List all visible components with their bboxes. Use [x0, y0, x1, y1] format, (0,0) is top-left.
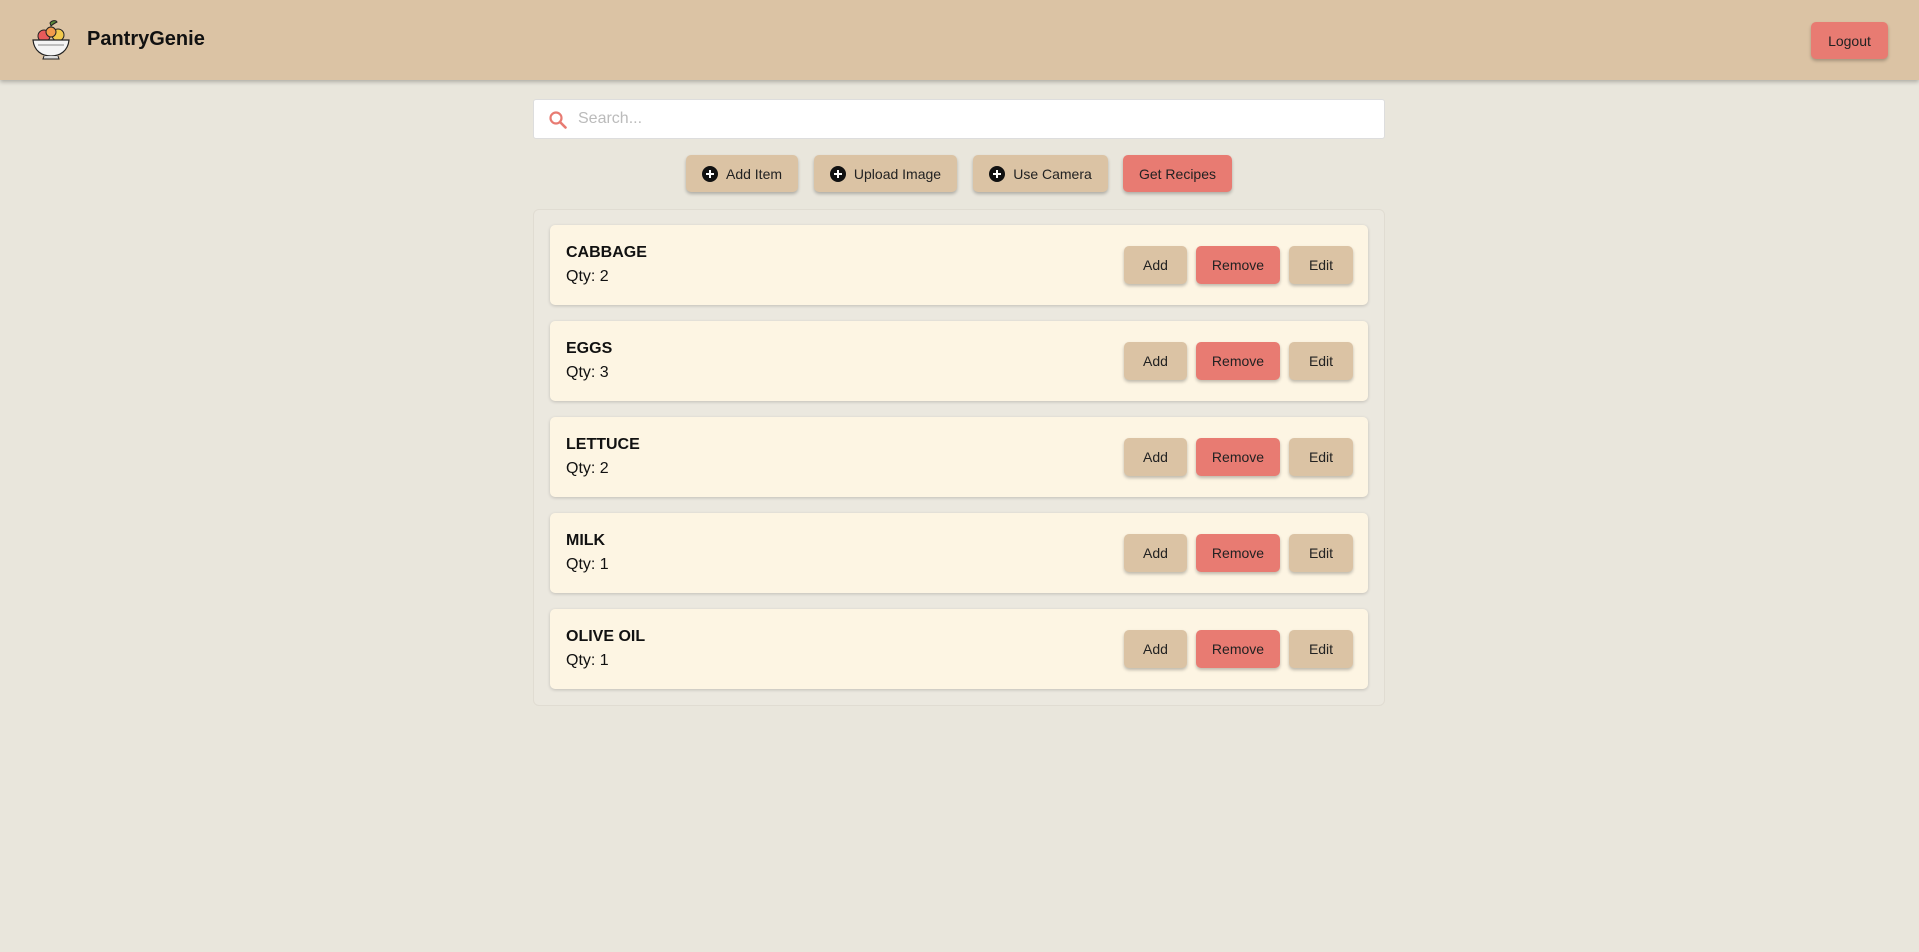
upload-image-button[interactable]: Upload Image: [814, 155, 957, 192]
use-camera-label: Use Camera: [1013, 165, 1092, 182]
item-quantity: Qty: 1: [566, 556, 609, 573]
edit-button[interactable]: Edit: [1289, 342, 1353, 380]
item-quantity: Qty: 2: [566, 460, 609, 477]
plus-circle-icon: [989, 165, 1006, 182]
add-item-button[interactable]: Add Item: [686, 155, 798, 192]
upload-image-label: Upload Image: [853, 165, 942, 182]
edit-button[interactable]: Edit: [1289, 246, 1353, 284]
add-button[interactable]: Add: [1124, 438, 1187, 476]
get-recipes-label: Get Recipes: [1138, 165, 1217, 182]
list-item: CABBAGE Qty: 2 Add Remove Edit: [550, 225, 1368, 305]
search-icon: [549, 111, 567, 129]
item-name: EGGS: [566, 340, 613, 357]
remove-button[interactable]: Remove: [1196, 438, 1280, 476]
list-item: OLIVE OIL Qty: 1 Add Remove Edit: [550, 609, 1368, 689]
item-quantity: Qty: 1: [566, 652, 609, 669]
plus-circle-icon: [829, 165, 846, 182]
item-name: CABBAGE: [566, 244, 647, 261]
search-input[interactable]: [578, 100, 1368, 138]
logout-button[interactable]: Logout: [1811, 22, 1888, 59]
get-recipes-button[interactable]: Get Recipes: [1123, 155, 1232, 192]
search-bar[interactable]: [533, 99, 1385, 139]
app-title: PantryGenie: [87, 28, 205, 50]
edit-button[interactable]: Edit: [1289, 438, 1353, 476]
remove-button[interactable]: Remove: [1196, 534, 1280, 572]
remove-button[interactable]: Remove: [1196, 342, 1280, 380]
item-name: LETTUCE: [566, 436, 640, 453]
add-button[interactable]: Add: [1124, 630, 1187, 668]
app-header: PantryGenie Logout: [0, 0, 1919, 80]
item-name: MILK: [566, 532, 606, 549]
use-camera-button[interactable]: Use Camera: [973, 155, 1108, 192]
add-button[interactable]: Add: [1124, 246, 1187, 284]
add-button[interactable]: Add: [1124, 342, 1187, 380]
remove-button[interactable]: Remove: [1196, 246, 1280, 284]
plus-circle-icon: [701, 165, 718, 182]
list-item: MILK Qty: 1 Add Remove Edit: [550, 513, 1368, 593]
item-quantity: Qty: 3: [566, 364, 609, 381]
item-name: OLIVE OIL: [566, 628, 646, 645]
edit-button[interactable]: Edit: [1289, 534, 1353, 572]
list-item: EGGS Qty: 3 Add Remove Edit: [550, 321, 1368, 401]
fruit-bowl-icon: [32, 20, 70, 60]
item-quantity: Qty: 2: [566, 268, 609, 285]
add-item-label: Add Item: [725, 165, 783, 182]
edit-button[interactable]: Edit: [1289, 630, 1353, 668]
remove-button[interactable]: Remove: [1196, 630, 1280, 668]
add-button[interactable]: Add: [1124, 534, 1187, 572]
list-item: LETTUCE Qty: 2 Add Remove Edit: [550, 417, 1368, 497]
